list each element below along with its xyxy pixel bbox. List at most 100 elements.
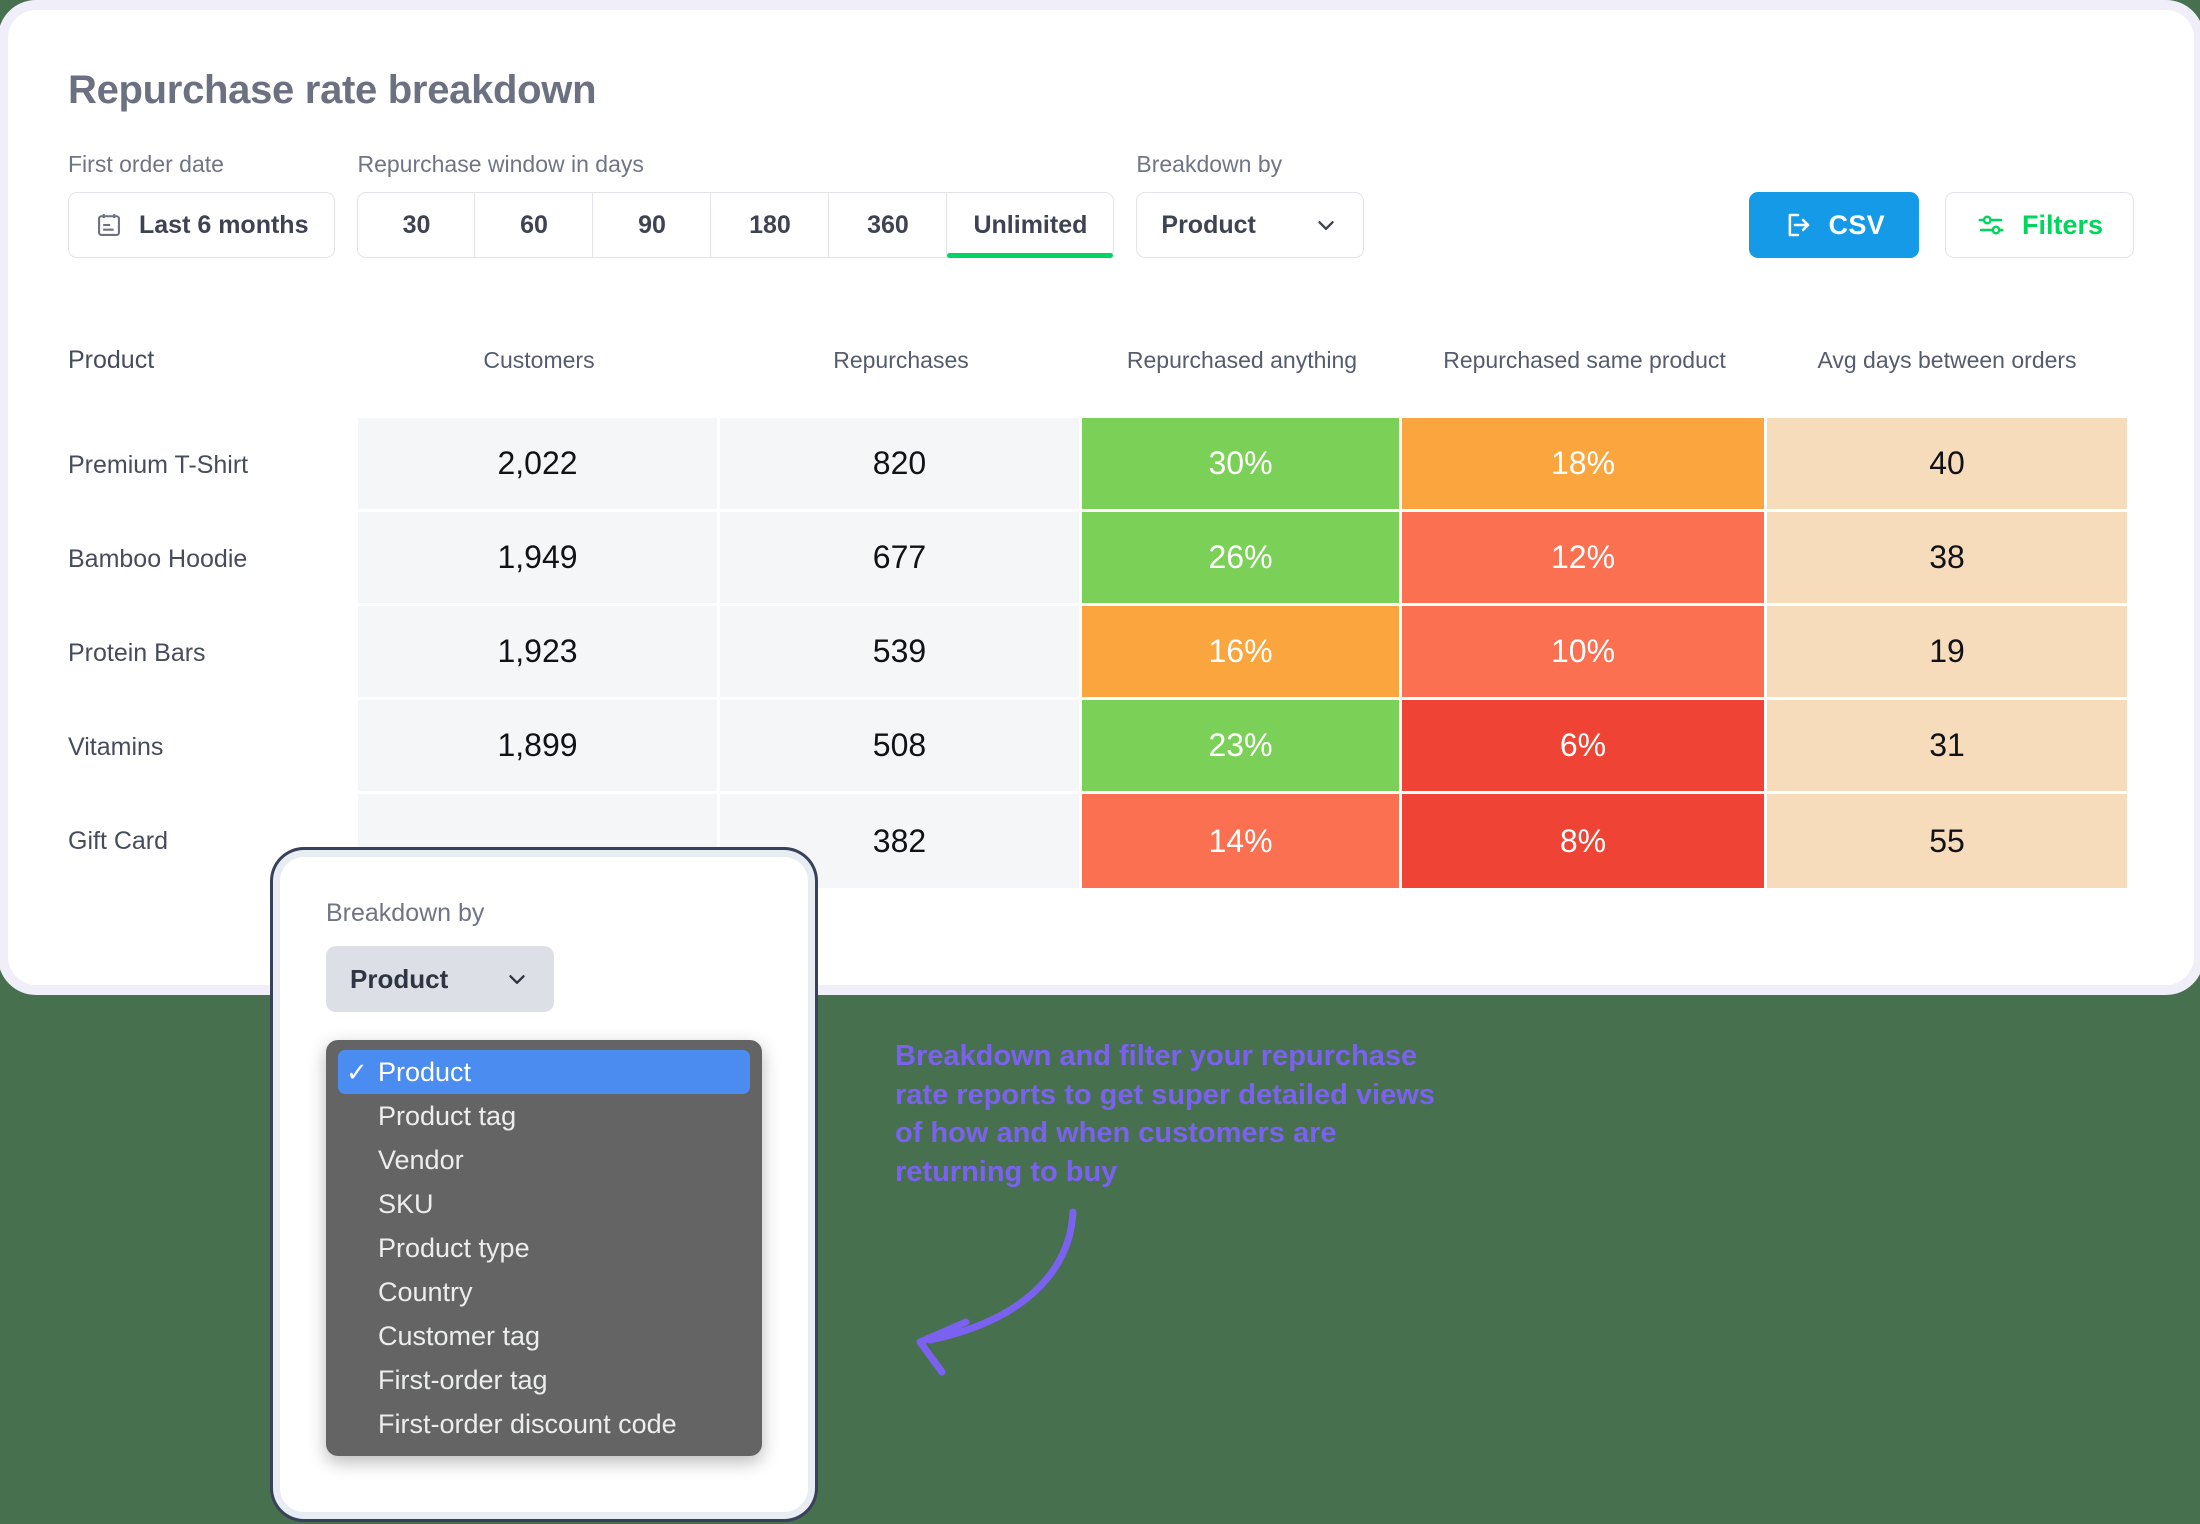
table-cell: 40	[1767, 418, 2127, 512]
breakdown-option-customer-tag[interactable]: ✓Customer tag	[338, 1314, 750, 1358]
column-header: Customers	[358, 324, 720, 418]
table-cell: 1,923	[358, 606, 720, 700]
breakdown-option-country[interactable]: ✓Country	[338, 1270, 750, 1314]
column-header: Repurchases	[720, 324, 1082, 418]
first-order-date-group: First order date Last 6 months	[68, 151, 335, 258]
repurchase-window-option-180[interactable]: 180	[711, 192, 829, 258]
breakdown-by-label: Breakdown by	[1136, 151, 1364, 178]
table-cell: 539	[720, 606, 1082, 700]
export-csv-label: CSV	[1829, 210, 1885, 241]
repurchase-window-label: Repurchase window in days	[357, 151, 1114, 178]
table-cell: Bamboo Hoodie	[68, 512, 358, 606]
breakdown-option-label: Vendor	[378, 1145, 464, 1176]
check-icon: ✓	[346, 1145, 372, 1176]
breakdown-option-label: SKU	[378, 1189, 434, 1220]
breakdown-option-product[interactable]: ✓Product	[338, 1050, 750, 1094]
check-icon: ✓	[346, 1277, 372, 1308]
table-cell: 30%	[1082, 418, 1402, 512]
card-content: Repurchase rate breakdown First order da…	[8, 10, 2194, 888]
breakdown-option-first-order-tag[interactable]: ✓First-order tag	[338, 1358, 750, 1402]
breakdown-option-label: First-order discount code	[378, 1409, 677, 1440]
repurchase-window-group: Repurchase window in days 306090180360Un…	[357, 151, 1114, 258]
table-cell: 2,022	[358, 418, 720, 512]
curved-arrow-left-icon	[820, 1200, 1120, 1380]
export-icon	[1783, 210, 1813, 240]
table-cell: 8%	[1402, 794, 1767, 888]
breakdown-option-first-order-discount-code[interactable]: ✓First-order discount code	[338, 1402, 750, 1446]
check-icon: ✓	[346, 1057, 372, 1088]
table-cell: 1,899	[358, 700, 720, 794]
filters-button[interactable]: Filters	[1945, 192, 2134, 258]
breakdown-option-label: Country	[378, 1277, 473, 1308]
table-cell: 6%	[1402, 700, 1767, 794]
chevron-down-icon	[1313, 212, 1339, 238]
sliders-icon	[1976, 210, 2006, 240]
table-cell: 14%	[1082, 794, 1402, 888]
repurchase-window-option-unlimited[interactable]: Unlimited	[947, 192, 1114, 258]
check-icon: ✓	[346, 1189, 372, 1220]
table-cell: 10%	[1402, 606, 1767, 700]
table-cell: 38	[1767, 512, 2127, 606]
table-cell: 18%	[1402, 418, 1767, 512]
table-cell: 55	[1767, 794, 2127, 888]
column-header: Avg days between orders	[1767, 324, 2127, 418]
table-cell: 19	[1767, 606, 2127, 700]
first-order-date-button[interactable]: Last 6 months	[68, 192, 335, 258]
breakdown-option-label: First-order tag	[378, 1365, 548, 1396]
table-cell: Protein Bars	[68, 606, 358, 700]
breakdown-option-product-tag[interactable]: ✓Product tag	[338, 1094, 750, 1138]
controls-toolbar: First order date Last 6 months	[68, 151, 2134, 258]
check-icon: ✓	[346, 1321, 372, 1352]
breakdown-option-list[interactable]: ✓Product✓Product tag✓Vendor✓SKU✓Product …	[326, 1040, 762, 1456]
table-cell: 16%	[1082, 606, 1402, 700]
first-order-date-label: First order date	[68, 151, 335, 178]
repurchase-window-option-90[interactable]: 90	[593, 192, 711, 258]
column-header: Repurchased same product	[1402, 324, 1767, 418]
repurchase-window-segmented-control[interactable]: 306090180360Unlimited	[357, 192, 1114, 258]
first-order-date-value: Last 6 months	[139, 211, 308, 240]
check-icon: ✓	[346, 1409, 372, 1440]
action-buttons-group: CSV Filters	[1749, 192, 2134, 258]
breakdown-option-label: Product	[378, 1057, 471, 1088]
repurchase-window-option-30[interactable]: 30	[357, 192, 475, 258]
check-icon: ✓	[346, 1365, 372, 1396]
repurchase-window-option-360[interactable]: 360	[829, 192, 947, 258]
table-row: Premium T-Shirt2,02282030%18%40	[68, 418, 2134, 512]
table-body: Premium T-Shirt2,02282030%18%40Bamboo Ho…	[68, 418, 2134, 888]
table-cell: 1,949	[358, 512, 720, 606]
column-header: Product	[68, 324, 358, 418]
table-cell: Vitamins	[68, 700, 358, 794]
calendar-icon	[95, 211, 123, 239]
table-cell: 31	[1767, 700, 2127, 794]
annotation-text: Breakdown and filter your repurchase rat…	[895, 1037, 1535, 1191]
table-cell: Premium T-Shirt	[68, 418, 358, 512]
breakdown-by-select[interactable]: Product	[1136, 192, 1364, 258]
breakdown-by-group: Breakdown by Product	[1136, 151, 1364, 258]
check-icon: ✓	[346, 1101, 372, 1132]
breakdown-option-label: Customer tag	[378, 1321, 540, 1352]
popup-breakdown-label: Breakdown by	[326, 899, 762, 928]
column-header: Repurchased anything	[1082, 324, 1402, 418]
table-row: Bamboo Hoodie1,94967726%12%38	[68, 512, 2134, 606]
table-row: Vitamins1,89950823%6%31	[68, 700, 2134, 794]
breakdown-option-vendor[interactable]: ✓Vendor	[338, 1138, 750, 1182]
repurchase-data-table: ProductCustomersRepurchasesRepurchased a…	[68, 324, 2134, 888]
table-row: Protein Bars1,92353916%10%19	[68, 606, 2134, 700]
table-cell: 23%	[1082, 700, 1402, 794]
breakdown-option-sku[interactable]: ✓SKU	[338, 1182, 750, 1226]
check-icon: ✓	[346, 1233, 372, 1264]
breakdown-option-product-type[interactable]: ✓Product type	[338, 1226, 750, 1270]
table-cell: 820	[720, 418, 1082, 512]
table-cell: 12%	[1402, 512, 1767, 606]
filters-label: Filters	[2022, 210, 2103, 241]
export-csv-button[interactable]: CSV	[1749, 192, 1919, 258]
breakdown-option-label: Product tag	[378, 1101, 516, 1132]
table-header-row: ProductCustomersRepurchasesRepurchased a…	[68, 324, 2134, 418]
table-cell: 508	[720, 700, 1082, 794]
table-cell: 26%	[1082, 512, 1402, 606]
breakdown-by-value: Product	[1161, 211, 1255, 240]
breakdown-dropdown-popup: Breakdown by Product ✓Product✓Product ta…	[280, 857, 808, 1512]
repurchase-window-option-60[interactable]: 60	[475, 192, 593, 258]
chevron-down-icon	[504, 966, 530, 992]
popup-breakdown-select[interactable]: Product	[326, 946, 554, 1012]
